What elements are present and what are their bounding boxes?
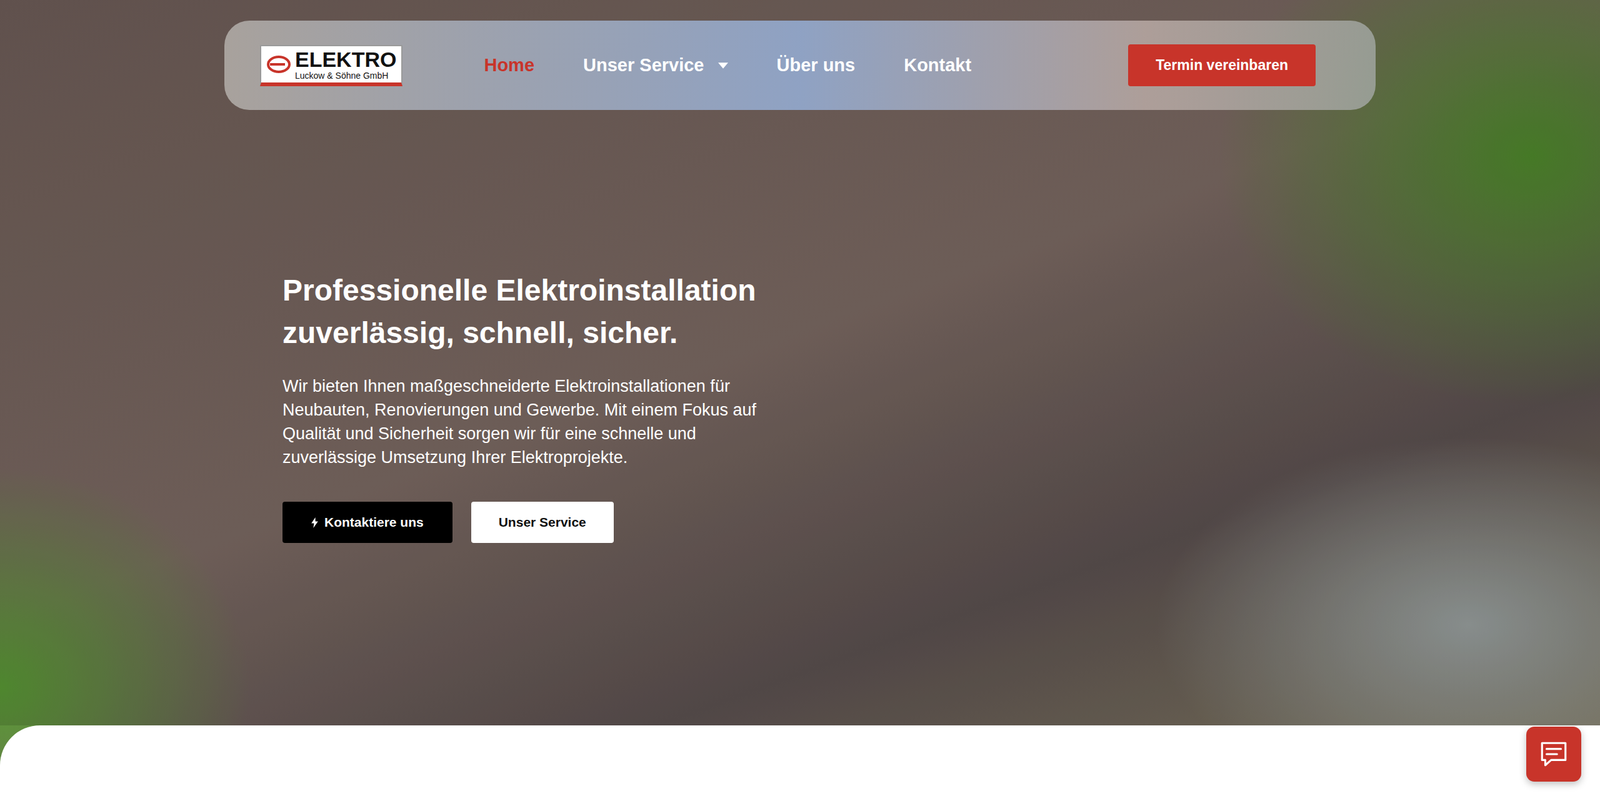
logo[interactable]: ELEKTRO Luckow & Söhne GmbH: [260, 45, 403, 87]
page: ELEKTRO Luckow & Söhne GmbH Home Unser S…: [0, 0, 1600, 796]
menu-item[interactable]: Über uns: [776, 55, 856, 76]
hero-button[interactable]: Unser Service: [471, 501, 614, 544]
hero-title: Professionelle Elektroinstallationzuverl…: [282, 269, 1600, 355]
next-section: [0, 725, 1600, 796]
lightning-icon: [311, 517, 319, 529]
button-label: Kontaktiere uns: [324, 515, 424, 530]
main-menu: Home Unser Service Über uns Kontakt: [483, 55, 972, 76]
hero-title-line: zuverlässig, schnell, sicher.: [282, 311, 1600, 355]
menu-label: Unser Service: [583, 55, 704, 76]
logo-title: ELEKTRO: [295, 48, 397, 70]
menu-item[interactable]: Home: [483, 55, 535, 76]
hero-section: ELEKTRO Luckow & Söhne GmbH Home Unser S…: [0, 0, 1600, 726]
hero-title-line: Professionelle Elektroinstallation: [282, 269, 1600, 312]
hero-content: Professionelle Elektroinstallationzuverl…: [282, 269, 1600, 544]
navbar: ELEKTRO Luckow & Söhne GmbH Home Unser S…: [224, 20, 1376, 110]
caret-down-icon: [718, 62, 729, 69]
logo-subtitle: Luckow & Söhne GmbH: [295, 71, 397, 80]
menu-item[interactable]: Unser Service: [583, 55, 728, 76]
logo-swirl-icon: [266, 55, 292, 74]
hero-text: Wir bieten Ihnen maßgeschneiderte Elektr…: [282, 374, 758, 470]
hero-buttons: Kontaktiere uns Unser Service: [282, 501, 1600, 544]
button-label: Unser Service: [498, 515, 587, 530]
hero-button[interactable]: Kontaktiere uns: [282, 501, 453, 544]
logo-text: ELEKTRO Luckow & Söhne GmbH: [295, 48, 397, 80]
menu-label: Kontakt: [903, 55, 972, 76]
menu-label: Home: [483, 55, 535, 76]
menu-label: Über uns: [776, 55, 856, 76]
chat-icon: [1538, 738, 1570, 770]
chat-button[interactable]: [1526, 726, 1582, 782]
appointment-button[interactable]: Termin vereinbaren: [1128, 44, 1316, 87]
menu-item[interactable]: Kontakt: [903, 55, 972, 76]
